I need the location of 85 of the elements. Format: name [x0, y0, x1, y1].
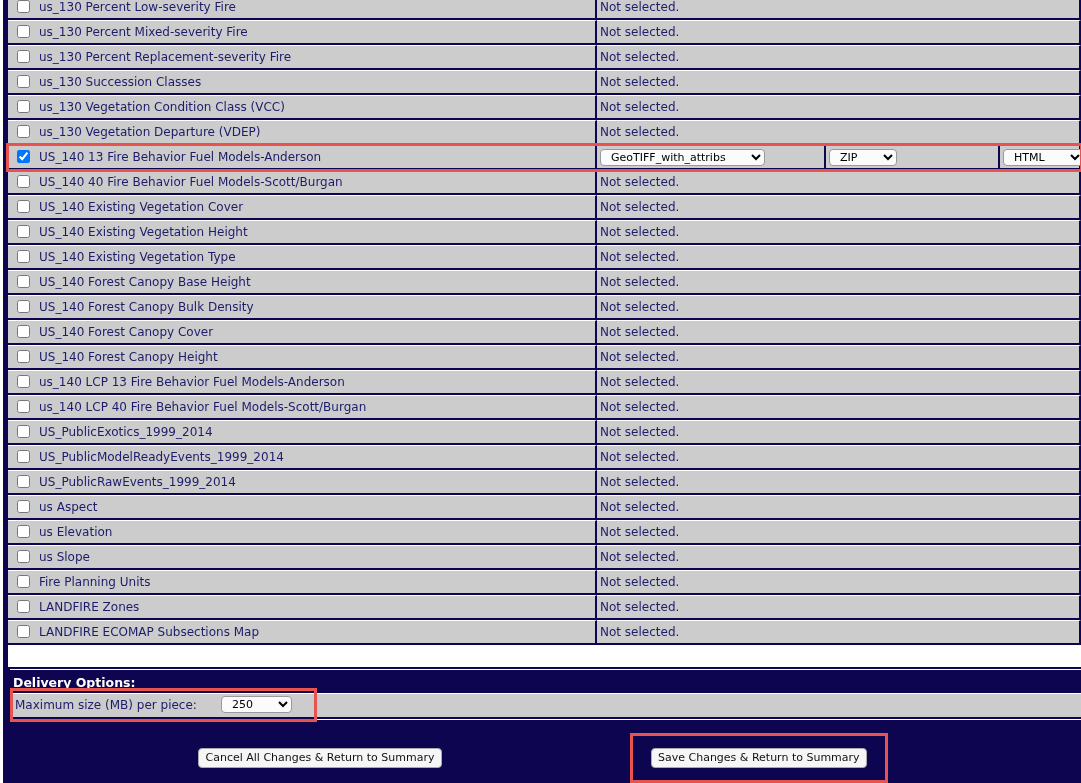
status-cell: Not selected. — [597, 20, 1081, 45]
layer-name: US_140 Existing Vegetation Type — [39, 250, 236, 264]
layer-checkbox[interactable] — [17, 475, 30, 488]
field-label: Maximum size (MB) per piece: — [15, 696, 197, 714]
layer-checkbox[interactable] — [17, 275, 30, 288]
layer-checkbox[interactable] — [17, 600, 30, 613]
layer-name: us_130 Percent Low-severity Fire — [39, 0, 236, 14]
status-cell: Not selected. — [597, 345, 1081, 370]
format-select[interactable]: GeoTIFF_with_attribs — [600, 149, 765, 166]
status-cell: Not selected. — [597, 220, 1081, 245]
layer-name: us_130 Vegetation Departure (VDEP) — [39, 125, 261, 139]
layer-name: us_130 Percent Replacement-severity Fire — [39, 50, 292, 64]
layer-checkbox[interactable] — [17, 575, 30, 588]
layer-name: us_130 Vegetation Condition Class (VCC) — [39, 100, 285, 114]
layer-name: US_140 13 Fire Behavior Fuel Models-Anderson — [39, 150, 322, 164]
layer-name: us_140 LCP 13 Fire Behavior Fuel Models-Anderson — [39, 375, 345, 389]
layer-name: US_PublicExotics_1999_2014 — [39, 425, 213, 439]
layer-checkbox[interactable] — [17, 0, 30, 13]
layer-checkbox[interactable] — [17, 125, 30, 138]
layer-checkbox[interactable] — [17, 25, 30, 38]
status-cell: Not selected. — [597, 245, 1081, 270]
layer-name: us Aspect — [39, 500, 98, 514]
layer-checkbox[interactable] — [17, 375, 30, 388]
status-cell: Not selected. — [597, 70, 1081, 95]
status-cell: Not selected. — [597, 620, 1081, 645]
status-cell: Not selected. — [597, 45, 1081, 70]
action-button[interactable]: Save Changes & Return to Summary — [651, 747, 867, 768]
layer-checkbox[interactable] — [17, 200, 30, 213]
layer-checkbox[interactable] — [17, 450, 30, 463]
layer-name: US_140 Existing Vegetation Height — [39, 225, 248, 239]
layer-name: LANDFIRE ECOMAP Subsections Map — [39, 625, 260, 639]
layer-name: US_140 40 Fire Behavior Fuel Models-Scott/Burgan — [39, 175, 343, 189]
status-cell: Not selected. — [597, 320, 1081, 345]
status-cell: Not selected. — [597, 170, 1081, 195]
status-cell: Not selected. — [597, 370, 1081, 395]
layer-checkbox[interactable] — [17, 100, 30, 113]
status-cell: Not selected. — [597, 520, 1081, 545]
layer-name: US_140 Forest Canopy Bulk Density — [39, 300, 254, 314]
status-cell: Not selected. — [597, 195, 1081, 220]
status-cell: Not selected. — [597, 445, 1081, 470]
layer-checkbox[interactable] — [17, 50, 30, 63]
layer-name: us Elevation — [39, 525, 113, 539]
layer-checkbox[interactable] — [17, 300, 30, 313]
layer-name: us_130 Succession Classes — [39, 75, 202, 89]
layer-checkbox[interactable] — [17, 500, 30, 513]
status-cell: Not selected. — [597, 295, 1081, 320]
layer-name: US_140 Forest Canopy Height — [39, 350, 218, 364]
status-cell: Not selected. — [597, 495, 1081, 520]
layer-checkbox[interactable] — [17, 400, 30, 413]
status-cell: Not selected. — [597, 395, 1081, 420]
layer-checkbox[interactable] — [17, 350, 30, 363]
status-cell: Not selected. — [597, 595, 1081, 620]
status-cell: Not selected. — [597, 545, 1081, 570]
layer-checkbox[interactable] — [17, 75, 30, 88]
status-cell: Not selected. — [597, 95, 1081, 120]
layer-checkbox[interactable] — [17, 150, 30, 163]
layer-name: US_PublicModelReadyEvents_1999_2014 — [39, 450, 284, 464]
section-heading: Delivery Options: — [12, 673, 137, 692]
status-cell: Not selected. — [597, 0, 1081, 20]
size-select[interactable]: 250 — [220, 696, 292, 713]
layer-name: US_140 Forest Canopy Base Height — [39, 275, 251, 289]
action-button[interactable]: Cancel All Changes & Return to Summary — [198, 747, 442, 768]
status-cell: Not selected. — [597, 470, 1081, 495]
layer-name: LANDFIRE Zones — [39, 600, 140, 614]
layer-checkbox[interactable] — [17, 325, 30, 338]
format-select[interactable]: HTML — [1003, 149, 1081, 166]
format-select[interactable]: ZIP — [829, 149, 897, 166]
status-cell: Not selected. — [597, 570, 1081, 595]
status-cell: Not selected. — [597, 420, 1081, 445]
layer-name: us_140 LCP 40 Fire Behavior Fuel Models-Scott/Burgan — [39, 400, 367, 414]
layer-checkbox[interactable] — [17, 175, 30, 188]
layer-checkbox[interactable] — [17, 625, 30, 638]
layer-checkbox[interactable] — [17, 225, 30, 238]
status-cell: Not selected. — [597, 270, 1081, 295]
layer-name: US_140 Forest Canopy Cover — [39, 325, 214, 339]
layer-name: Fire Planning Units — [39, 575, 151, 589]
status-cell: Not selected. — [597, 120, 1081, 145]
layer-checkbox[interactable] — [17, 250, 30, 263]
layer-checkbox[interactable] — [17, 525, 30, 538]
layer-name: US_PublicRawEvents_1999_2014 — [39, 475, 236, 489]
layer-name: US_140 Existing Vegetation Cover — [39, 200, 244, 214]
layer-checkbox[interactable] — [17, 425, 30, 438]
layer-name: us_130 Percent Mixed-severity Fire — [39, 25, 248, 39]
layer-name: us Slope — [39, 550, 90, 564]
layer-checkbox[interactable] — [17, 550, 30, 563]
